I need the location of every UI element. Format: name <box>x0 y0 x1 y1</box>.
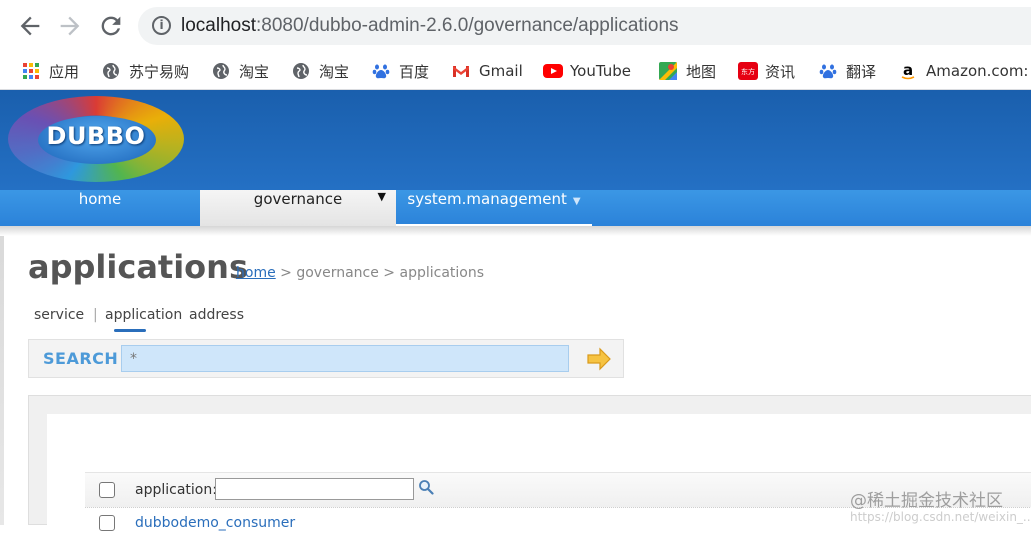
url-host: localhost <box>181 15 256 36</box>
bookmark-label: 淘宝 <box>239 62 270 81</box>
bookmark-gmail[interactable]: Gmail <box>452 58 523 84</box>
bookmark-label: Gmail <box>479 62 523 80</box>
globe-icon <box>292 62 310 80</box>
breadcrumb-separator: > <box>275 265 297 281</box>
filter-label: application: <box>135 482 217 498</box>
amazon-icon: a <box>899 61 917 80</box>
main-menu: home governance ▼ system.management ▼ <box>0 190 1031 226</box>
bookmark-baidu[interactable]: 百度 <box>372 58 429 84</box>
search-label: SEARCH <box>43 349 119 368</box>
row-checkbox[interactable] <box>99 515 115 531</box>
svg-text:a: a <box>903 62 913 79</box>
bookmark-label: 百度 <box>399 62 430 81</box>
back-arrow-icon[interactable] <box>16 12 44 40</box>
search-go-arrow-icon[interactable] <box>586 346 612 372</box>
bookmark-label: YouTube <box>570 62 631 80</box>
tab-address[interactable]: address <box>189 307 244 323</box>
bookmark-youtube[interactable]: YouTube <box>543 58 631 84</box>
menu-governance-label: governance <box>253 190 343 208</box>
bookmark-label: 翻译 <box>846 62 877 81</box>
search-icon[interactable] <box>418 479 434 495</box>
active-tab-indicator <box>114 329 146 332</box>
bookmark-label: 苏宁易购 <box>129 62 190 81</box>
url-path: :8080/dubbo-admin-2.6.0/governance/appli… <box>256 15 679 36</box>
bookmark-dongfang[interactable]: 东方 资讯 <box>738 58 795 84</box>
tab-application[interactable]: application <box>105 307 182 323</box>
logo-text: DUBBO <box>46 122 146 150</box>
watermark-url: https://blog.csdn.net/weixin_... <box>850 510 1031 524</box>
url-text[interactable]: localhost:8080/dubbo-admin-2.6.0/governa… <box>181 15 679 37</box>
forward-arrow-icon[interactable] <box>56 12 84 40</box>
bookmark-label: Amazon.com: ( <box>926 62 1031 80</box>
breadcrumb-separator: > <box>378 265 400 281</box>
application-link[interactable]: dubbodemo_consumer <box>135 515 295 531</box>
breadcrumb: home > governance > applications <box>236 265 484 281</box>
site-info-icon[interactable]: i <box>152 16 171 35</box>
dubbo-logo[interactable]: DUBBO <box>8 96 184 182</box>
globe-icon <box>102 62 120 80</box>
select-all-checkbox[interactable] <box>99 482 115 498</box>
bookmark-apps[interactable]: 应用 <box>22 58 79 84</box>
globe-icon <box>212 62 230 80</box>
svg-text:东方: 东方 <box>741 67 755 76</box>
apps-grid-icon <box>22 62 40 80</box>
reload-icon[interactable] <box>97 12 125 40</box>
bookmark-label: 淘宝 <box>319 62 350 81</box>
bookmark-label: 资讯 <box>765 62 796 81</box>
baidu-paw-icon <box>372 62 390 80</box>
breadcrumb-home-link[interactable]: home <box>236 265 276 281</box>
tab-service[interactable]: service <box>34 307 84 323</box>
baidu-paw-icon <box>819 62 837 80</box>
youtube-icon <box>543 62 563 80</box>
application-filter-input[interactable] <box>215 478 414 500</box>
dongfang-icon: 东方 <box>738 62 758 80</box>
menu-system-label: system.management <box>407 190 567 208</box>
breadcrumb-current: applications <box>399 265 485 281</box>
menu-shadow <box>0 226 1031 236</box>
bookmark-taobao-1[interactable]: 淘宝 <box>212 58 269 84</box>
search-bar: SEARCH <box>28 339 624 378</box>
bookmark-amazon[interactable]: a Amazon.com: ( <box>899 58 1031 84</box>
browser-toolbar: i localhost:8080/dubbo-admin-2.6.0/gover… <box>0 0 1031 52</box>
menu-governance[interactable]: governance ▼ <box>200 190 396 226</box>
bookmark-label: 地图 <box>686 62 717 81</box>
bookmark-maps[interactable]: 地图 <box>659 58 716 84</box>
maps-icon <box>659 62 677 80</box>
breadcrumb-governance: governance <box>296 265 379 281</box>
caret-down-icon: ▼ <box>572 196 581 207</box>
search-input[interactable] <box>121 345 569 372</box>
bookmarks-bar: 应用 苏宁易购 淘宝 淘宝 百度 Gmail YouTube 地图 东方 资讯 … <box>0 52 1031 90</box>
gmail-icon <box>452 62 470 80</box>
bookmark-label: 应用 <box>49 62 80 81</box>
watermark: @稀土掘金技术社区 <box>850 491 1003 511</box>
page-title: applications <box>28 248 248 286</box>
menu-home[interactable]: home <box>0 190 200 226</box>
bookmark-translate[interactable]: 翻译 <box>819 58 876 84</box>
tab-separator: | <box>93 307 98 323</box>
menu-system-management[interactable]: system.management ▼ <box>396 190 592 226</box>
bookmark-taobao-2[interactable]: 淘宝 <box>292 58 349 84</box>
caret-down-icon: ▼ <box>377 190 386 203</box>
bookmark-suning[interactable]: 苏宁易购 <box>102 58 189 84</box>
address-bar[interactable]: i localhost:8080/dubbo-admin-2.6.0/gover… <box>138 7 1031 45</box>
site-header: DUBBO <box>0 90 1031 190</box>
